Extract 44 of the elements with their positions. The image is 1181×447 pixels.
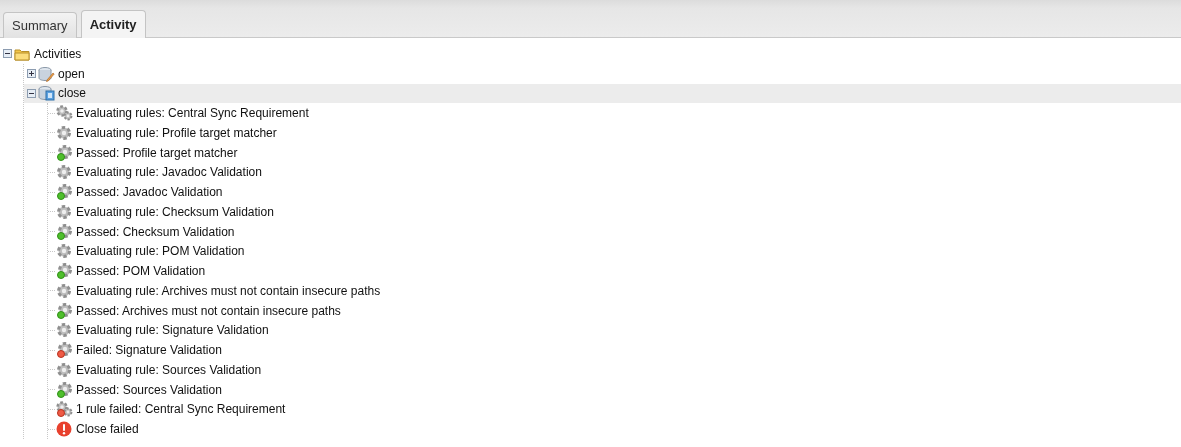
tree-item[interactable]: Evaluating rules: Central Sync Requirement [76,106,309,121]
tree-item[interactable]: Failed: Signature Validation [76,343,222,358]
gear-check-icon [56,263,73,280]
tree-item[interactable]: Evaluating rule: Checksum Validation [76,204,274,219]
gear-icon [56,243,73,260]
gear-check-icon [56,184,73,201]
gear-check-icon [56,381,73,398]
gear-failed-icon [56,342,73,359]
tree-item[interactable]: Evaluating rule: Archives must not contain insecure paths [76,283,381,298]
expand-icon[interactable] [27,69,36,79]
gear-check-icon [56,302,73,319]
collapse-icon[interactable] [27,88,36,98]
tree-item[interactable]: Evaluating rule: Javadoc Validation [76,165,262,180]
tree-item[interactable]: Evaluating rule: Signature Validation [76,323,269,338]
tree-item[interactable]: Passed: POM Validation [76,264,206,279]
tree-item[interactable]: open [58,66,85,81]
tab[interactable]: Activity [80,10,146,38]
gears-icon [56,105,73,122]
gear-icon [56,124,73,141]
error-icon [56,421,73,438]
tree-item[interactable]: close [58,86,86,101]
gears-failed-icon [56,401,73,418]
tree-item[interactable]: Close failed [76,422,139,437]
gear-icon [56,361,73,378]
gear-icon [56,282,73,299]
tree-item[interactable]: Evaluating rule: POM Validation [76,244,245,259]
tree-item[interactable]: Evaluating rule: Sources Validation [76,362,262,377]
gear-check-icon [56,223,73,240]
tree-item[interactable]: Passed: Checksum Validation [76,224,235,239]
database-pencil-icon [38,65,55,82]
tree-item[interactable]: Passed: Javadoc Validation [76,185,223,200]
collapse-icon[interactable] [3,49,12,59]
tree-item[interactable]: 1 rule failed: Central Sync Requirement [76,402,286,417]
tree-item[interactable]: Activities [34,46,82,61]
gear-icon [56,322,73,339]
gear-check-icon [56,144,73,161]
tree-item[interactable]: Passed: Sources Validation [76,382,222,397]
tree-item[interactable]: Passed: Archives must not contain insecure paths [76,303,341,318]
database-box-icon [38,85,55,102]
gear-icon [56,203,73,220]
tab[interactable]: Summary [3,12,77,38]
tree-item[interactable]: Passed: Profile target matcher [76,145,238,160]
tree-item[interactable]: Evaluating rule: Profile target matcher [76,125,277,140]
gear-icon [56,164,73,181]
